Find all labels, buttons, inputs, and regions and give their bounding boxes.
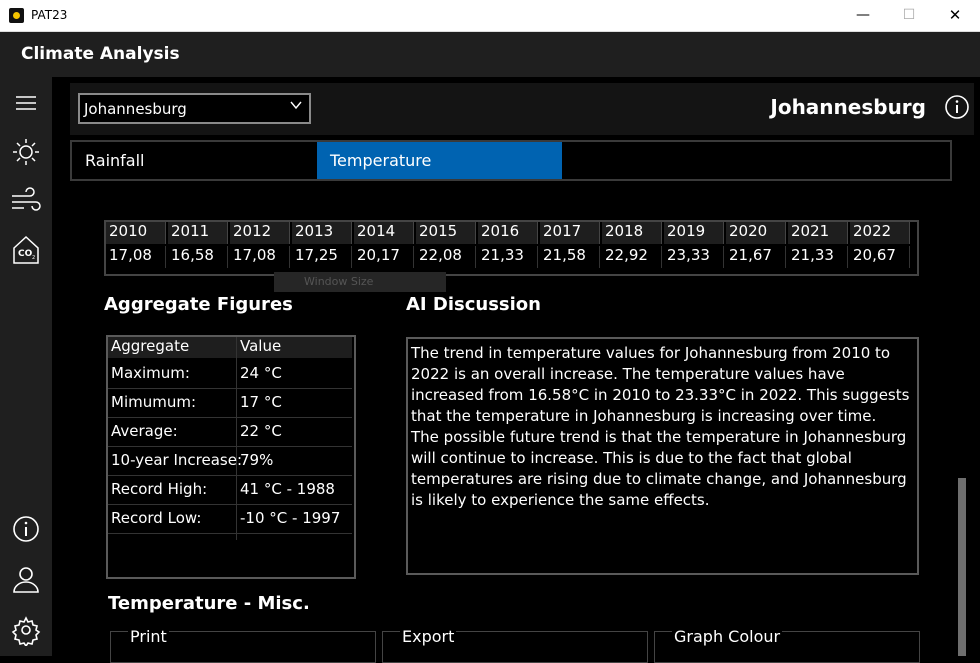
print-label: Print — [128, 627, 169, 646]
year-value: 22,08 — [416, 246, 476, 268]
yearly-values-table: 2010 2011 2012 2013 2014 2015 2016 2017 … — [104, 220, 919, 276]
svg-text:2: 2 — [32, 255, 35, 261]
tab-rainfall[interactable]: Rainfall — [85, 142, 144, 179]
settings-icon[interactable] — [10, 614, 42, 646]
window-titlebar: PAT23 — ☐ ✕ — [0, 0, 980, 32]
year-header: 2014 — [354, 222, 414, 244]
year-value: 17,25 — [292, 246, 352, 268]
year-header: 2018 — [602, 222, 662, 244]
graph-colour-group[interactable]: Graph Colour — [654, 627, 920, 663]
aggregate-value: 22 °C — [240, 422, 282, 440]
year-value: 20,17 — [354, 246, 414, 268]
vertical-scrollbar[interactable] — [958, 205, 966, 656]
close-button[interactable]: ✕ — [932, 0, 978, 31]
window-title: PAT23 — [31, 8, 68, 22]
export-group[interactable]: Export — [382, 627, 648, 663]
aggregate-title: Aggregate Figures — [104, 294, 293, 315]
navigation-rail: CO 2 — [0, 77, 52, 656]
co2-icon[interactable]: CO 2 — [10, 234, 42, 266]
misc-title: Temperature - Misc. — [108, 593, 310, 614]
year-header: 2013 — [292, 222, 352, 244]
ai-discussion-textbox[interactable]: The trend in temperature values for Joha… — [406, 337, 919, 575]
table-row[interactable]: Average: 22 °C — [108, 417, 352, 447]
aggregate-column-header: Aggregate — [108, 337, 236, 358]
print-group[interactable]: Print — [110, 627, 376, 663]
ai-discussion-paragraph: The possible future trend is that the te… — [411, 428, 907, 509]
svg-text:CO: CO — [18, 249, 33, 259]
year-header: 2010 — [106, 222, 166, 244]
info-icon[interactable] — [944, 94, 970, 120]
ai-discussion-paragraph: The trend in temperature values for Joha… — [411, 344, 910, 425]
data-tabs: Rainfall Temperature — [70, 140, 952, 181]
year-header: 2017 — [540, 222, 600, 244]
user-icon[interactable] — [10, 563, 42, 595]
table-row[interactable]: Maximum: 24 °C — [108, 359, 352, 389]
year-header: 2011 — [168, 222, 228, 244]
menu-icon[interactable] — [10, 87, 42, 119]
export-label: Export — [400, 627, 457, 646]
table-row[interactable]: Record High: 41 °C - 1988 — [108, 475, 352, 505]
year-header: 2019 — [664, 222, 724, 244]
wind-icon[interactable] — [10, 185, 42, 217]
year-value: 21,58 — [540, 246, 600, 268]
year-value: 17,08 — [106, 246, 166, 268]
aggregate-value: 79% — [240, 451, 274, 469]
ai-discussion-title: AI Discussion — [406, 294, 541, 315]
aggregate-value: 17 °C — [240, 393, 282, 411]
year-value: 16,58 — [168, 246, 228, 268]
year-header: 2016 — [478, 222, 538, 244]
sun-icon[interactable] — [10, 136, 42, 168]
tab-temperature[interactable]: Temperature — [317, 142, 562, 179]
year-header: 2015 — [416, 222, 476, 244]
year-header: 2021 — [788, 222, 848, 244]
table-row[interactable]: Mimumum: 17 °C — [108, 388, 352, 418]
app-logo-icon — [9, 8, 24, 23]
scrollbar-thumb[interactable] — [958, 478, 966, 656]
city-title: Johannesburg — [770, 95, 926, 119]
location-dropdown[interactable]: Johannesburg — [78, 93, 311, 124]
chevron-down-icon — [290, 101, 302, 110]
maximize-button[interactable]: ☐ — [886, 0, 932, 31]
table-row[interactable]: Record Low: -10 °C - 1997 — [108, 504, 352, 534]
aggregate-value: 24 °C — [240, 364, 282, 382]
year-header: 2020 — [726, 222, 786, 244]
year-header: 2012 — [230, 222, 290, 244]
window-size-ghost-label: Window Size — [274, 272, 446, 292]
year-value: 21,67 — [726, 246, 786, 268]
location-dropdown-value: Johannesburg — [84, 100, 187, 118]
year-header: 2022 — [850, 222, 910, 244]
graph-colour-label: Graph Colour — [672, 627, 783, 646]
aggregate-label: Average: — [111, 422, 178, 440]
table-row[interactable]: 10-year Increase: 79% — [108, 446, 352, 476]
info-icon[interactable] — [10, 513, 42, 545]
aggregate-table: Aggregate Value Maximum: 24 °C Mimumum: … — [106, 335, 356, 579]
year-value: 22,92 — [602, 246, 662, 268]
aggregate-label: Record High: — [111, 480, 208, 498]
year-value: 21,33 — [788, 246, 848, 268]
aggregate-label: 10-year Increase: — [111, 451, 243, 469]
year-value: 20,67 — [850, 246, 910, 268]
year-value: 23,33 — [664, 246, 724, 268]
aggregate-value: -10 °C - 1997 — [240, 509, 341, 527]
aggregate-value: 41 °C - 1988 — [240, 480, 335, 498]
minimize-button[interactable]: — — [840, 0, 886, 31]
location-bar: Johannesburg Johannesburg — [70, 83, 974, 135]
aggregate-label: Record Low: — [111, 509, 202, 527]
app-title: Climate Analysis — [21, 44, 180, 64]
value-column-header: Value — [237, 337, 352, 358]
aggregate-label: Mimumum: — [111, 393, 197, 411]
aggregate-label: Maximum: — [111, 364, 190, 382]
app-header: Climate Analysis — [0, 32, 980, 77]
year-value: 17,08 — [230, 246, 290, 268]
year-value: 21,33 — [478, 246, 538, 268]
main-content: Johannesburg Johannesburg Rainfall Tempe… — [52, 77, 980, 663]
